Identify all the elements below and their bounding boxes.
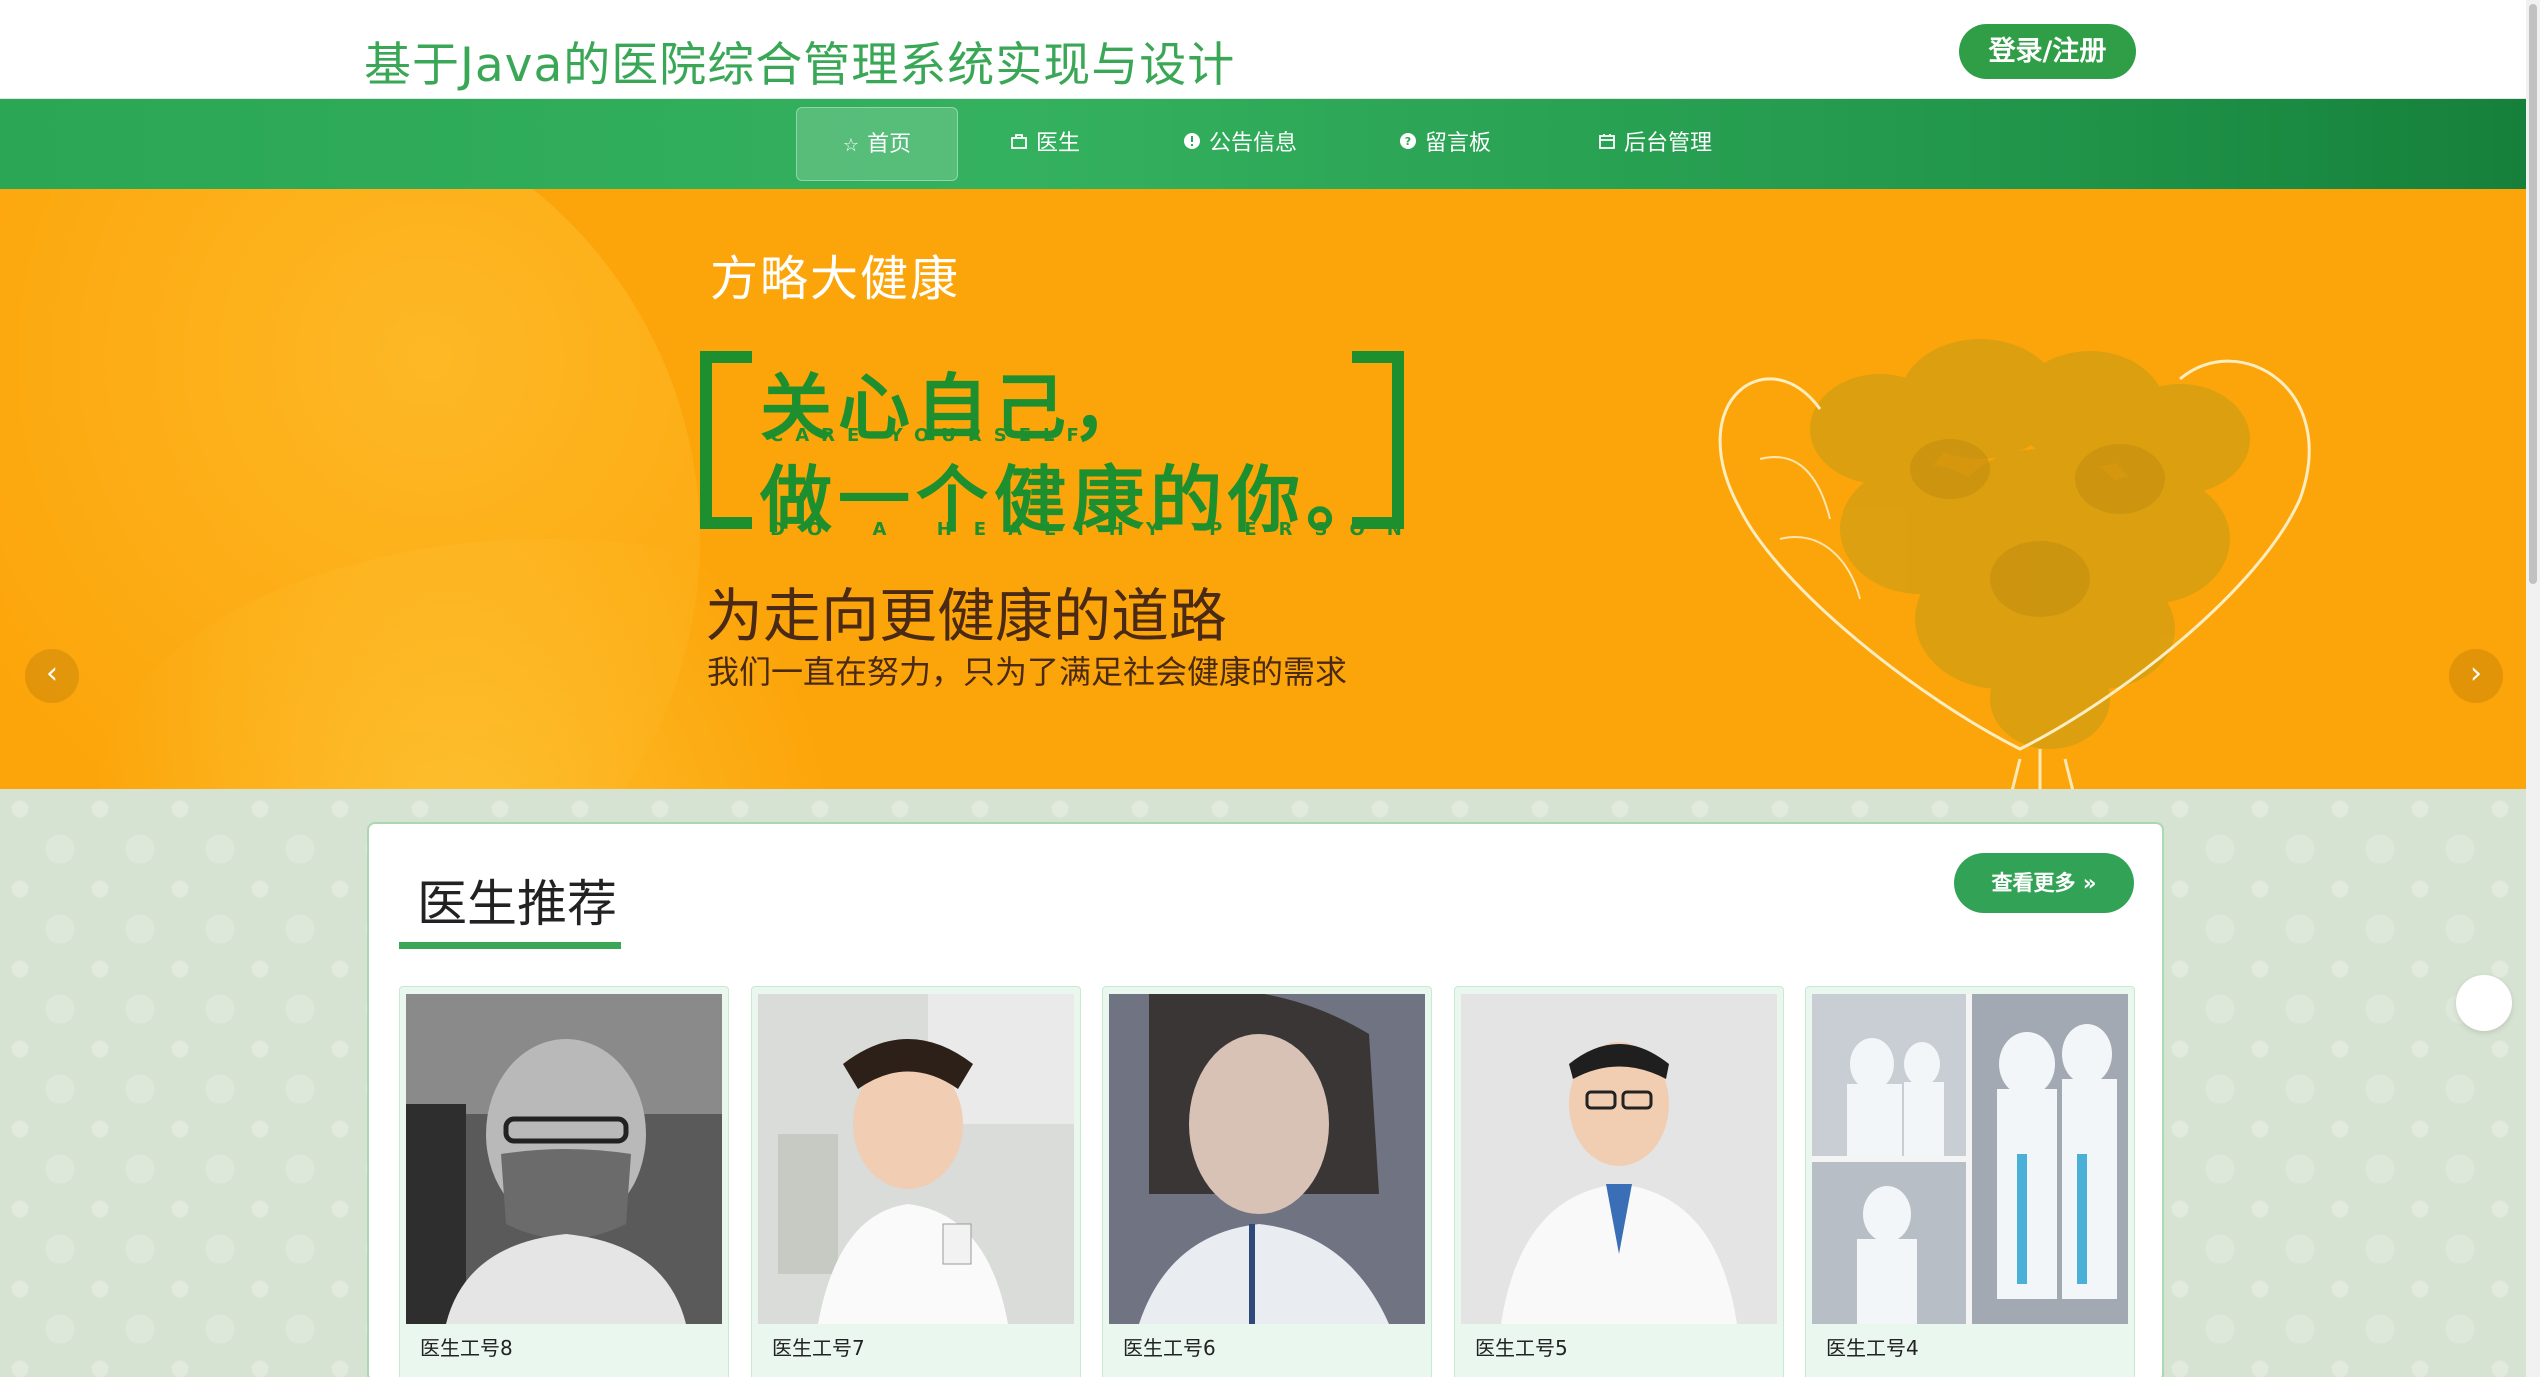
banner-headline: 为走向更健康的道路 (705, 582, 1228, 650)
help-circle-icon: ? (1399, 108, 1417, 182)
doctor-card[interactable]: 医生工号7 (751, 986, 1081, 1377)
nav-item-label: 首页 (867, 132, 912, 157)
doctor-caption: 医生工号4 (1826, 1336, 1919, 1360)
login-register-button[interactable]: 登录/注册 (1959, 24, 2136, 79)
doctor-caption: 医生工号8 (420, 1336, 513, 1360)
doctor-caption: 医生工号7 (772, 1336, 865, 1360)
carousel-next-button[interactable]: › (2449, 649, 2503, 703)
doctor-recommend-panel: 医生推荐 查看更多 » 医生工号8 医生工号7 医生工号6 医生工号5 医生工号… (367, 822, 2164, 1377)
view-more-label: 查看更多 (1991, 871, 2076, 895)
bag-icon (1010, 108, 1028, 182)
banner-kicker: 方略大健康 (710, 251, 961, 307)
nav-item-message-board[interactable]: ? 留言板 (1375, 107, 1515, 181)
site-header: 基于Java的医院综合管理系统实现与设计 登录/注册 (0, 0, 2540, 99)
doctor-photo (758, 994, 1074, 1324)
section-title: 医生推荐 (417, 875, 617, 933)
alert-circle-icon (1183, 108, 1201, 182)
doctor-photo (1461, 994, 1777, 1324)
carousel-prev-button[interactable]: ‹ (25, 649, 79, 703)
page-scrollbar[interactable] (2526, 0, 2540, 1377)
double-chevron-right-icon: » (2075, 871, 2097, 895)
doctor-caption: 医生工号5 (1475, 1336, 1568, 1360)
svg-text:?: ? (1405, 135, 1411, 148)
doctor-card[interactable]: 医生工号8 (399, 986, 729, 1377)
banner-bracket-left (700, 351, 752, 529)
nav-item-label: 留言板 (1424, 131, 1491, 156)
banner-line2-en: DO A HEALTHY PERSON (770, 519, 1424, 540)
site-title: 基于Java的医院综合管理系统实现与设计 (364, 38, 1236, 93)
doctor-photo (406, 994, 722, 1324)
doctor-card[interactable]: 医生工号4 (1805, 986, 2135, 1377)
doctor-photo (1812, 994, 2128, 1324)
view-more-button[interactable]: 查看更多 » (1954, 853, 2134, 913)
doctor-caption: 医生工号6 (1123, 1336, 1216, 1360)
star-icon: ☆ (842, 135, 860, 156)
title-underline (399, 942, 621, 949)
nav-item-admin[interactable]: 后台管理 (1565, 107, 1745, 181)
calendar-box-icon (1598, 108, 1616, 182)
hero-banner-carousel[interactable]: 方略大健康 关心自己， CARE YOURSELF 做一个健康的你。 DO A … (0, 189, 2526, 789)
nav-item-label: 后台管理 (1623, 131, 1712, 156)
nav-item-home[interactable]: ☆ 首页 (796, 107, 958, 181)
nav-item-label: 医生 (1035, 131, 1080, 156)
heart-leaves-illustration (1718, 339, 2311, 789)
nav-item-announcements[interactable]: 公告信息 (1160, 107, 1320, 181)
doctor-photo (1109, 994, 1425, 1324)
scrollbar-thumb[interactable] (2529, 4, 2537, 584)
nav-item-doctors[interactable]: 医生 (990, 107, 1100, 181)
banner-subtitle: 我们一直在努力，只为了满足社会健康的需求 (707, 653, 1348, 691)
main-nav: ☆ 首页 医生 公告信息 ? 留言板 后台管理 (0, 99, 2526, 189)
floating-chat-button[interactable] (2456, 975, 2512, 1031)
doctor-card[interactable]: 医生工号5 (1454, 986, 1784, 1377)
nav-item-label: 公告信息 (1208, 131, 1297, 156)
doctor-card[interactable]: 医生工号6 (1102, 986, 1432, 1377)
